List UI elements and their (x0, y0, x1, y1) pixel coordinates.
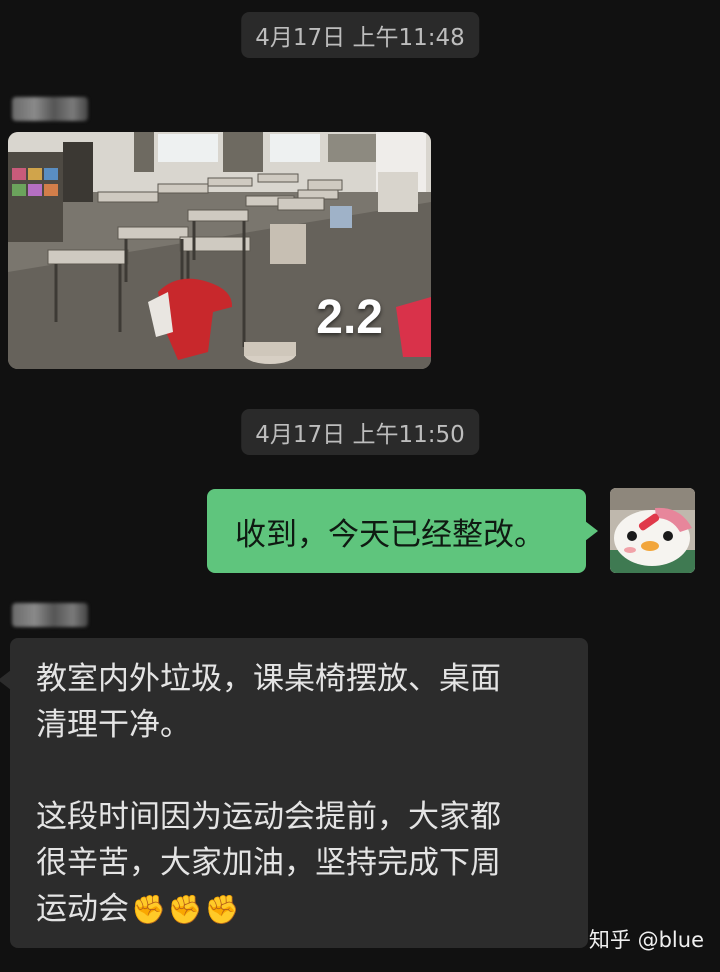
message-line: 清理干净。 (36, 707, 191, 743)
raised-fist-emoji-icon: ✊ (204, 893, 240, 926)
message-line: 这段时间因为运动会提前，大家都 (36, 799, 501, 835)
raised-fist-emoji-icon: ✊ (167, 893, 203, 926)
message-line: 很辛苦，大家加油，坚持完成下周 (36, 845, 501, 881)
image-message-classroom-photo[interactable]: 2.2 (8, 132, 431, 369)
zhihu-watermark: 知乎 @blue (588, 928, 704, 952)
sender-name-blurred-2 (12, 603, 88, 627)
user-avatar[interactable] (610, 488, 695, 573)
message-line: 教室内外垃圾，课桌椅摆放、桌面 (36, 661, 501, 697)
message-paragraph-2: 这段时间因为运动会提前，大家都 很辛苦，大家加油，坚持完成下周 运动会✊✊✊ (36, 794, 562, 933)
outgoing-message-text: 收到，今天已经整改。 (235, 516, 545, 553)
message-line: 运动会 (36, 891, 129, 927)
timestamp-2: 4月17日 上午11:50 (241, 409, 479, 455)
outgoing-message-bubble[interactable]: 收到，今天已经整改。 (207, 489, 598, 573)
message-paragraph-1: 教室内外垃圾，课桌椅摆放、桌面 清理干净。 (36, 656, 562, 748)
duck-plush-avatar-image (610, 488, 695, 573)
timestamp-1: 4月17日 上午11:48 (241, 12, 479, 58)
image-overlay-text: 2.2 (316, 291, 383, 344)
raised-fist-emoji-icon: ✊ (131, 893, 166, 926)
sender-name-blurred (12, 97, 88, 121)
incoming-message-bubble[interactable]: 教室内外垃圾，课桌椅摆放、桌面 清理干净。 这段时间因为运动会提前，大家都 很辛… (0, 638, 588, 948)
